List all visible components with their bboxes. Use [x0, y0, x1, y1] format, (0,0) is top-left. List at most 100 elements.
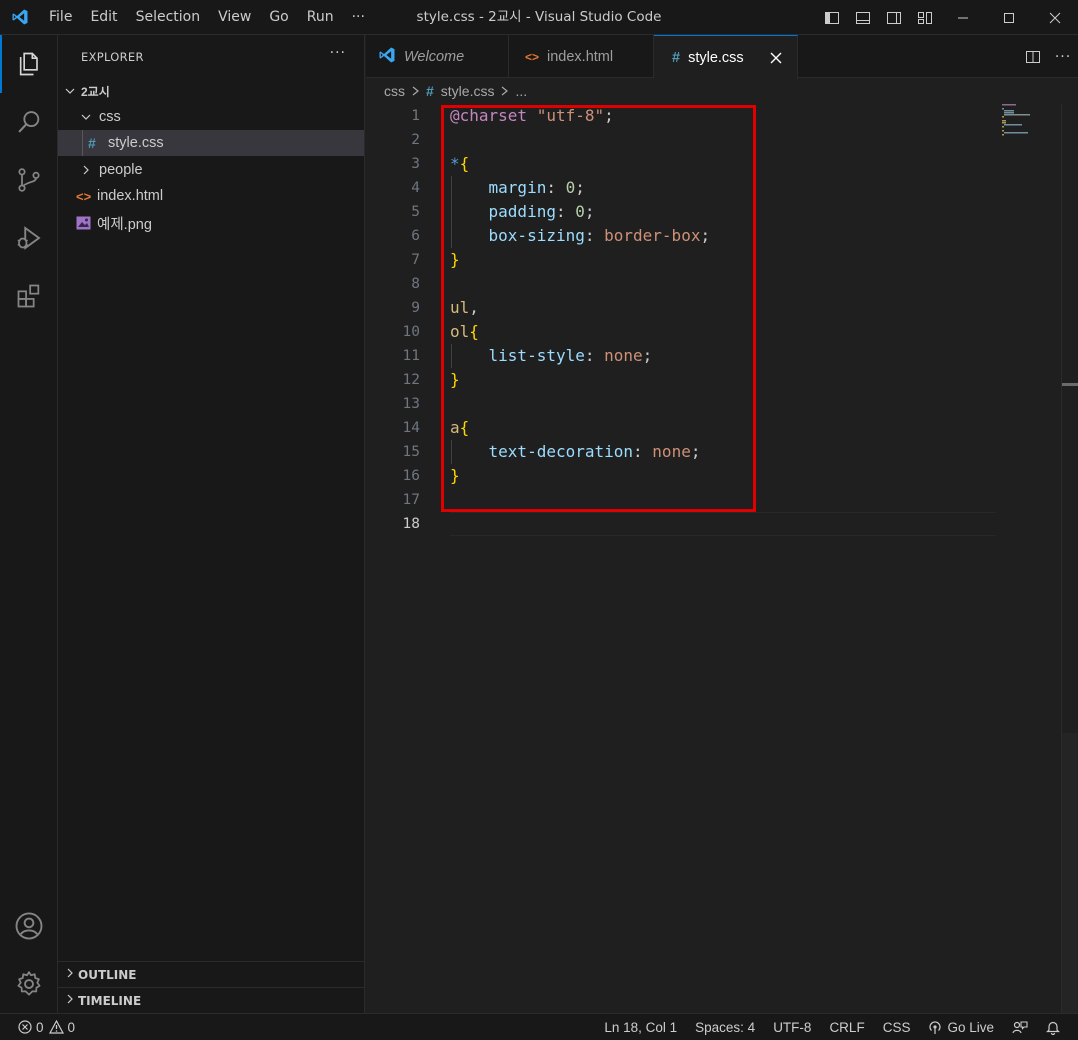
- chevron-right-icon: [64, 967, 76, 982]
- explorer-header: EXPLORER ···: [58, 35, 364, 79]
- warning-icon: [48, 1020, 64, 1034]
- status-bar: 0 0 Ln 18, Col 1 Spaces: 4 UTF-8 CRLF CS…: [0, 1013, 1078, 1040]
- tree-folder-people[interactable]: people: [58, 157, 364, 183]
- error-count: 0: [36, 1019, 44, 1035]
- html-icon: <>: [76, 188, 92, 204]
- menu-bar: File Edit Selection View Go Run ···: [40, 0, 374, 35]
- line-number: 9: [411, 300, 420, 316]
- tab-welcome-label: Welcome: [404, 48, 465, 65]
- root-folder-label: 2교시: [81, 84, 110, 99]
- line-number: 15: [402, 444, 420, 460]
- tree-root-folder[interactable]: 2교시: [58, 78, 364, 104]
- menu-go[interactable]: Go: [260, 0, 297, 35]
- breadcrumb-more[interactable]: ...: [515, 83, 527, 99]
- line-number: 14: [402, 420, 420, 436]
- folder-css-label: css: [99, 109, 121, 125]
- menu-run[interactable]: Run: [298, 0, 343, 35]
- tab-index-html[interactable]: <> index.html: [509, 35, 654, 78]
- line-number: 7: [411, 252, 420, 268]
- explorer-more-actions-icon[interactable]: ···: [330, 45, 346, 61]
- search-icon[interactable]: [0, 93, 58, 151]
- tree-file-png[interactable]: 예제.png: [58, 210, 364, 236]
- css-hash-icon: #: [426, 83, 434, 99]
- tree-file-style-css[interactable]: # style.css: [58, 130, 364, 156]
- indent-guide: [82, 130, 83, 156]
- chevron-right-icon: [78, 164, 94, 176]
- html-icon: <>: [525, 49, 540, 64]
- feedback-icon[interactable]: [1003, 1014, 1037, 1040]
- line-number: 13: [402, 396, 420, 412]
- current-line-highlight: [450, 512, 996, 536]
- folder-people-label: people: [99, 162, 143, 178]
- tab-style-css[interactable]: # style.css: [654, 35, 798, 79]
- line-number: 4: [411, 180, 420, 196]
- file-png-label: 예제.png: [97, 216, 152, 233]
- scrollbar-overview: [1062, 733, 1078, 1013]
- chevron-down-icon: [78, 111, 94, 123]
- accounts-icon[interactable]: [0, 897, 58, 955]
- chevron-right-icon: [411, 83, 420, 99]
- chevron-down-icon: [62, 85, 78, 97]
- title-bar: File Edit Selection View Go Run ··· styl…: [0, 0, 1078, 35]
- cursor-position[interactable]: Ln 18, Col 1: [595, 1014, 686, 1040]
- editor-more-actions-icon[interactable]: ···: [1048, 49, 1078, 65]
- end-of-line[interactable]: CRLF: [820, 1014, 873, 1040]
- close-tab-icon[interactable]: [770, 52, 782, 64]
- go-live-button[interactable]: Go Live: [919, 1014, 1003, 1040]
- tab-welcome[interactable]: Welcome: [366, 35, 509, 78]
- customize-layout-icon[interactable]: [909, 0, 940, 35]
- outline-section[interactable]: OUTLINE: [58, 961, 364, 987]
- breadcrumb-folder[interactable]: css: [384, 83, 405, 99]
- run-debug-icon[interactable]: [0, 209, 58, 267]
- breadcrumb-file[interactable]: style.css: [441, 83, 495, 99]
- minimap[interactable]: [1002, 104, 1042, 144]
- menu-more[interactable]: ···: [343, 0, 374, 35]
- explorer-icon[interactable]: [0, 35, 58, 93]
- chevron-right-icon: [500, 83, 509, 99]
- tab-index-label: index.html: [547, 48, 614, 65]
- notifications-bell-icon[interactable]: [1037, 1014, 1078, 1040]
- css-hash-icon: #: [672, 49, 681, 66]
- outline-label: OUTLINE: [78, 967, 137, 982]
- image-file-icon: [76, 216, 92, 230]
- line-number: 10: [402, 324, 420, 340]
- line-number: 2: [411, 132, 420, 148]
- menu-edit[interactable]: Edit: [81, 0, 126, 35]
- toggle-panel-icon[interactable]: [847, 0, 878, 35]
- timeline-section[interactable]: TIMELINE: [58, 987, 364, 1013]
- tree-file-index-html[interactable]: <> index.html: [58, 183, 364, 209]
- extensions-icon[interactable]: [0, 267, 58, 325]
- maximize-icon[interactable]: [986, 0, 1032, 35]
- broadcast-icon: [928, 1020, 942, 1035]
- menu-selection[interactable]: Selection: [127, 0, 210, 35]
- highlight-box: [441, 105, 756, 512]
- line-number: 5: [411, 204, 420, 220]
- source-control-icon[interactable]: [0, 151, 58, 209]
- minimize-icon[interactable]: [940, 0, 986, 35]
- close-window-icon[interactable]: [1032, 0, 1078, 35]
- encoding[interactable]: UTF-8: [764, 1014, 820, 1040]
- menu-view[interactable]: View: [209, 0, 260, 35]
- tree-folder-css[interactable]: css: [58, 104, 364, 130]
- file-index-label: index.html: [97, 188, 164, 204]
- file-style-label: style.css: [108, 135, 164, 151]
- go-live-label: Go Live: [947, 1020, 994, 1035]
- line-number: 1: [411, 108, 420, 124]
- problems-indicator[interactable]: 0 0: [0, 1020, 75, 1035]
- line-number: 8: [411, 276, 420, 292]
- vscode-logo-icon[interactable]: [0, 0, 40, 35]
- tab-style-label: style.css: [688, 49, 744, 66]
- indentation[interactable]: Spaces: 4: [686, 1014, 764, 1040]
- toggle-secondary-sidebar-icon[interactable]: [878, 0, 909, 35]
- toggle-primary-sidebar-icon[interactable]: [816, 0, 847, 35]
- timeline-label: TIMELINE: [78, 993, 142, 1008]
- settings-gear-icon[interactable]: [0, 955, 58, 1013]
- warning-count: 0: [67, 1019, 76, 1035]
- explorer-title: EXPLORER: [81, 50, 144, 64]
- menu-file[interactable]: File: [40, 0, 81, 35]
- error-icon: [18, 1020, 32, 1034]
- css-hash-icon: #: [88, 135, 96, 151]
- split-editor-icon[interactable]: [1018, 49, 1048, 65]
- language-mode[interactable]: CSS: [874, 1014, 920, 1040]
- vscode-icon: [378, 46, 396, 68]
